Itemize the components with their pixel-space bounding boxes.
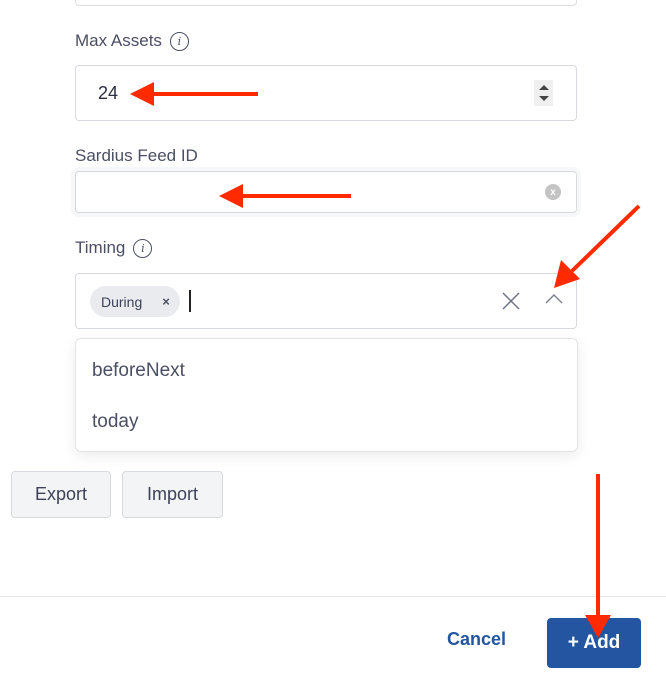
chip-label: During xyxy=(101,293,143,310)
sardius-feed-id-input[interactable]: x xyxy=(75,171,577,213)
export-button[interactable]: Export xyxy=(11,471,111,518)
info-icon[interactable]: i xyxy=(169,31,189,51)
info-icon[interactable]: i xyxy=(133,238,153,258)
import-button[interactable]: Import xyxy=(122,471,223,518)
dropdown-option[interactable]: today xyxy=(92,411,138,433)
number-stepper[interactable] xyxy=(534,80,553,106)
selected-chip: During × xyxy=(90,286,180,317)
timing-label-text: Timing xyxy=(75,238,126,257)
add-button[interactable]: + Add xyxy=(547,618,641,668)
clear-input-icon[interactable]: x xyxy=(545,184,561,200)
max-assets-label: Max Assets i xyxy=(75,31,189,51)
max-assets-input[interactable]: 24 xyxy=(75,65,577,121)
sardius-feed-id-label-text: Sardius Feed ID xyxy=(75,146,198,165)
previous-field-input[interactable] xyxy=(75,0,577,6)
timing-multiselect[interactable]: During × xyxy=(75,273,577,329)
triangle-up-icon[interactable] xyxy=(538,85,549,91)
annotation-arrow xyxy=(585,474,611,638)
text-cursor xyxy=(189,290,191,312)
max-assets-label-text: Max Assets xyxy=(75,31,162,50)
dropdown-option[interactable]: beforeNext xyxy=(92,360,185,382)
footer-divider xyxy=(0,596,666,597)
remove-chip-icon[interactable]: × xyxy=(162,294,170,309)
max-assets-value: 24 xyxy=(98,83,119,103)
triangle-down-icon[interactable] xyxy=(538,95,549,101)
timing-label: Timing i xyxy=(75,238,153,258)
close-icon[interactable] xyxy=(501,291,521,311)
timing-dropdown-menu: beforeNext today xyxy=(75,338,578,452)
chevron-up-icon[interactable] xyxy=(545,292,563,306)
cancel-button[interactable]: Cancel xyxy=(447,629,506,650)
sardius-feed-id-label: Sardius Feed ID xyxy=(75,146,198,166)
